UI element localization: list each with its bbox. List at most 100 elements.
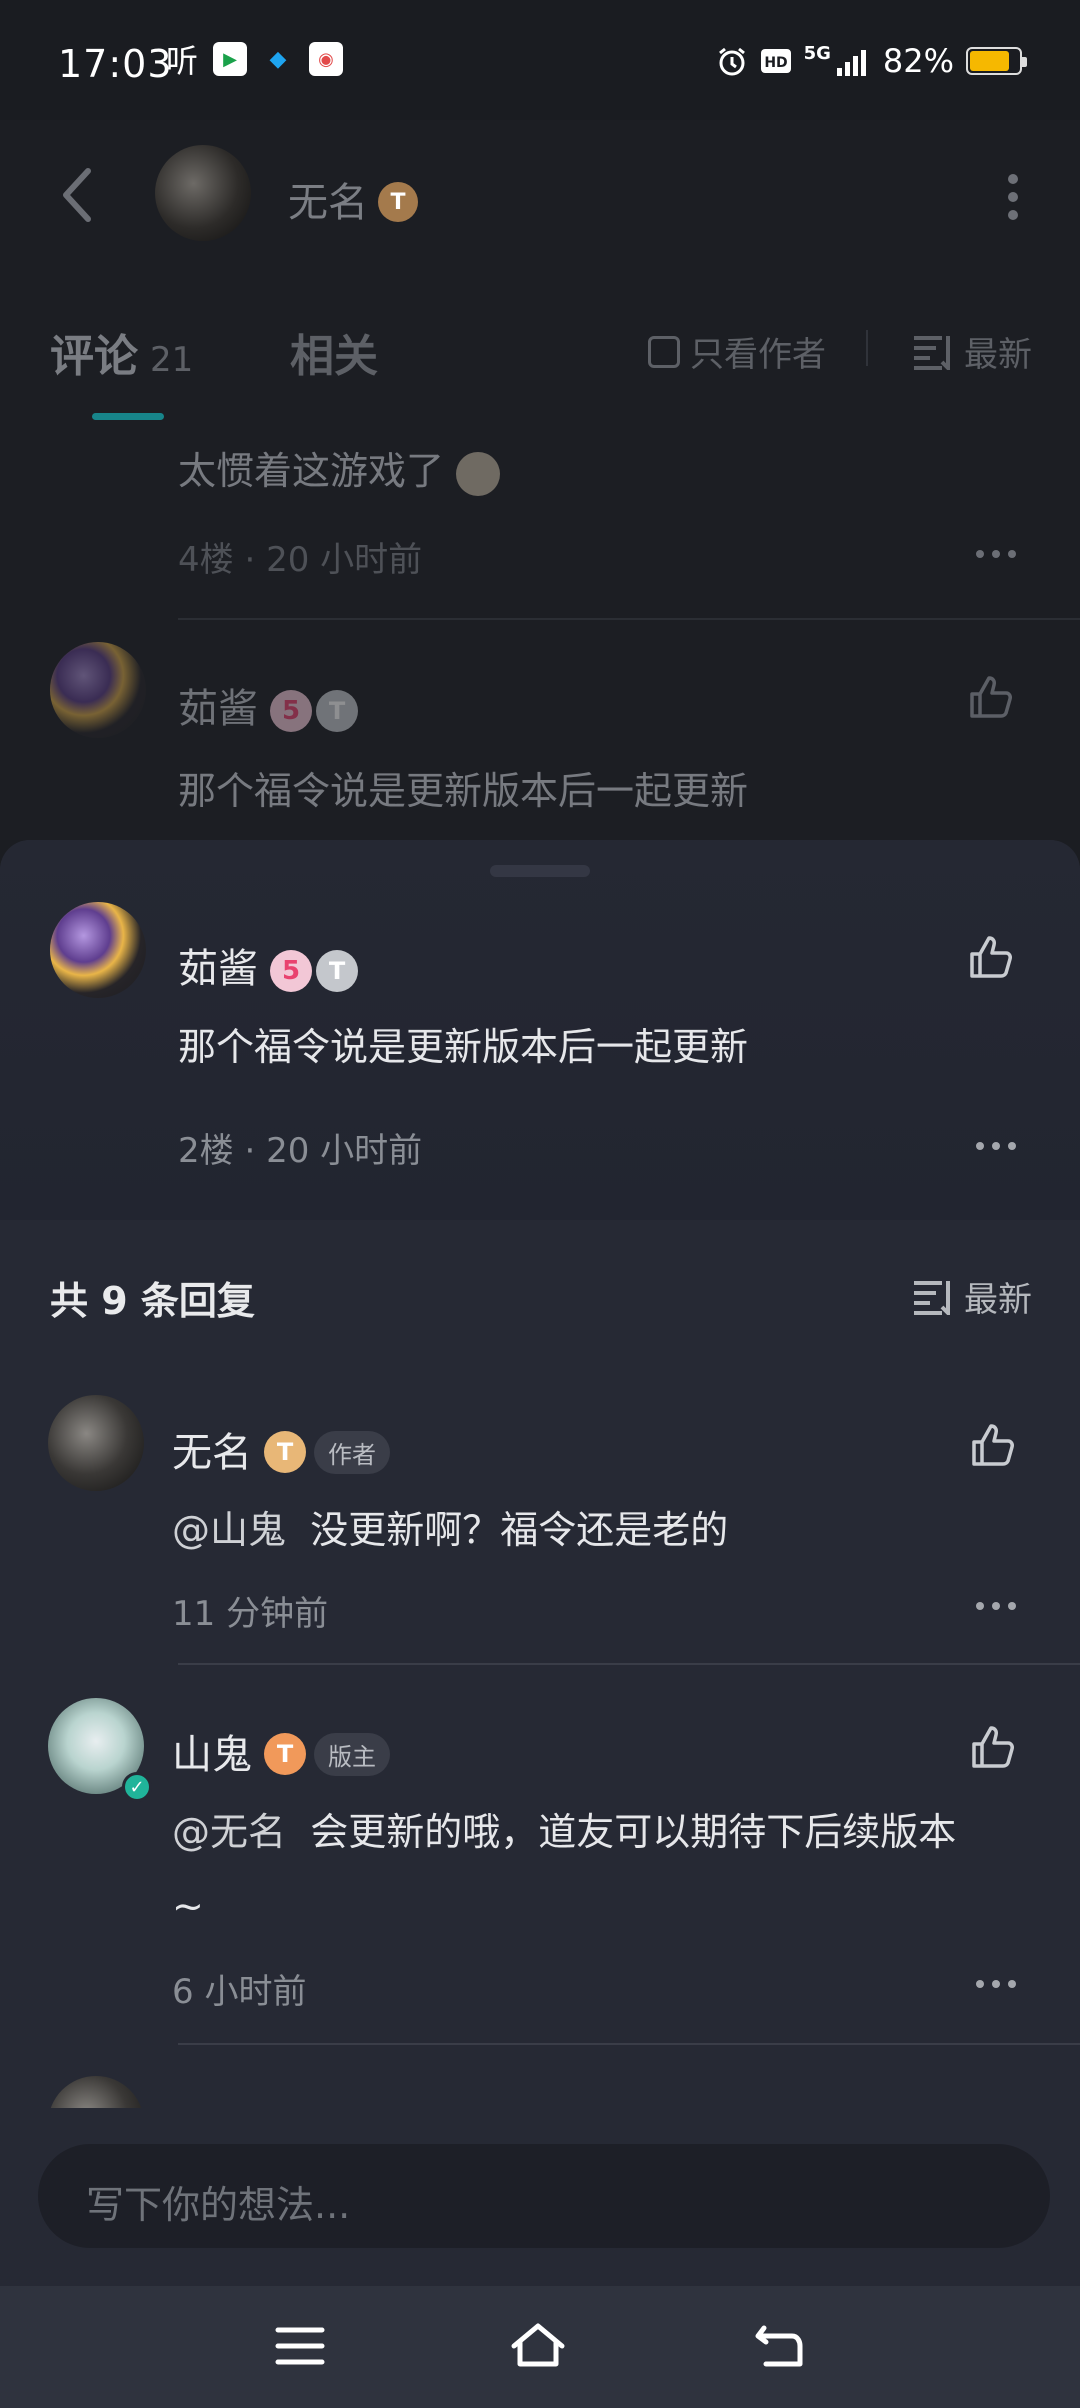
separator <box>178 2043 1080 2045</box>
prev-comment-floor: 4楼 <box>178 540 234 580</box>
author-name[interactable]: 无名 T <box>288 170 418 228</box>
map-pin-app-icon: ◉ <box>309 42 343 76</box>
replies-sheet: 茹酱 5 T 那个福令说是更新版本后一起更新 2楼 · 20 小时前 共 9 条回复… <box>0 840 1080 2172</box>
signal-icon <box>836 50 866 76</box>
prev-comment-text-content: 太惯着这游戏了 <box>178 449 445 493</box>
like-icon[interactable] <box>968 1722 1018 1772</box>
sort-list-icon <box>914 335 950 370</box>
cat-emoji-icon <box>456 451 501 496</box>
author-only-label: 只看作者 <box>690 335 826 375</box>
comment-input-placeholder: 写下你的想法... <box>86 2183 351 2227</box>
commenter-avatar[interactable] <box>50 642 146 738</box>
comments-count: 21 <box>150 340 194 380</box>
main-comment-avatar[interactable] <box>50 902 146 998</box>
comment-input[interactable]: 写下你的想法... <box>38 2144 1050 2248</box>
reply-name[interactable]: 无名 T 作者 <box>172 1420 390 1478</box>
reply-name-text: 山鬼 <box>172 1732 252 1778</box>
reply-body-cont: ~ <box>172 1884 204 1928</box>
level-badge-icon: T <box>378 182 418 222</box>
main-comment-floor: 2楼 <box>178 1131 234 1171</box>
active-tab-indicator <box>92 413 164 420</box>
battery-percent: 82% <box>882 42 954 80</box>
reply-text: @无名 会更新的哦，道友可以期待下后续版本 ~ <box>172 1795 1042 1943</box>
reply-mention[interactable]: @山鬼 <box>172 1508 286 1552</box>
moderator-role-badge: 版主 <box>314 1732 390 1776</box>
notification-icons: 听 ▶ ◆ ◉ <box>165 42 343 80</box>
author-avatar[interactable] <box>155 145 251 241</box>
next-comment-text: 那个福令说是更新版本后一起更新 <box>178 769 749 813</box>
main-comment-name-text: 茹酱 <box>178 946 258 992</box>
menu-icon[interactable] <box>270 2316 330 2376</box>
sort-label: 最新 <box>964 335 1032 375</box>
main-comment-time: 20 小时前 <box>266 1131 423 1171</box>
reply-name[interactable]: 山鬼 T 版主 <box>172 1722 390 1780</box>
reply-time: 6 小时前 <box>172 1972 307 2012</box>
comment-list: 太惯着这游戏了 4楼 · 20 小时前 茹酱 5 T 那个福令说是更新版本后一起更新 <box>0 420 1080 840</box>
like-icon[interactable] <box>968 1420 1018 1470</box>
checkbox-icon[interactable] <box>648 335 680 368</box>
author-role-badge: 作者 <box>314 1430 390 1474</box>
play-store-icon: ▶ <box>213 42 247 76</box>
main-comment-meta: 2楼 · 20 小时前 <box>178 1131 423 1171</box>
svg-text:HD: HD <box>764 55 787 71</box>
commenter-name[interactable]: 茹酱 5 T <box>178 676 358 734</box>
tab-related[interactable]: 相关 <box>290 320 378 384</box>
comment-input-bar: 写下你的想法... <box>0 2108 1080 2286</box>
more-vertical-icon[interactable] <box>1006 170 1020 220</box>
like-icon[interactable] <box>966 672 1016 722</box>
verified-icon: ✓ <box>122 1772 152 1802</box>
replies-count-header: 共 9 条回复 <box>50 1279 255 1323</box>
back-nav-icon[interactable] <box>750 2316 810 2376</box>
level-badge-icon: T <box>264 1733 306 1775</box>
main-comment-name[interactable]: 茹酱 5 T <box>178 936 358 994</box>
system-nav-bar <box>0 2286 1080 2408</box>
back-arrow-icon[interactable] <box>58 165 98 225</box>
post-header: 无名 T <box>0 120 1080 275</box>
separator <box>178 1663 1080 1665</box>
reply-name-text: 无名 <box>172 1430 252 1476</box>
level-5-badge-icon: 5 <box>270 950 312 992</box>
level-t-badge-icon: T <box>316 690 358 732</box>
qq-icon: ◆ <box>269 46 287 72</box>
level-t-badge-icon: T <box>316 950 358 992</box>
prev-comment-text: 太惯着这游戏了 <box>178 440 501 496</box>
reply-text: @山鬼 没更新啊？福令还是老的 <box>172 1493 728 1567</box>
replies-sort-button[interactable]: 最新 <box>912 1272 1032 1321</box>
like-icon[interactable] <box>966 932 1016 982</box>
status-right: HD 5G 82% <box>716 42 1027 80</box>
reply-body: 会更新的哦，道友可以期待下后续版本 <box>310 1810 957 1854</box>
sort-button[interactable]: 最新 <box>912 327 1032 376</box>
tab-comments[interactable]: 评论 21 <box>50 320 193 384</box>
more-horizontal-icon[interactable] <box>976 550 1016 558</box>
tab-comments-label: 评论 <box>50 331 138 382</box>
level-badge-icon: T <box>264 1431 306 1473</box>
more-horizontal-icon[interactable] <box>976 1602 1016 1610</box>
alarm-icon <box>718 47 745 76</box>
status-time: 17:03 <box>58 42 173 86</box>
battery-fill <box>970 51 1010 71</box>
reply-mention[interactable]: @无名 <box>172 1810 286 1854</box>
author-name-text: 无名 <box>288 180 368 226</box>
hd-icon: HD <box>760 49 791 73</box>
status-bar: 17:03 听 ▶ ◆ ◉ HD 5G 82% <box>0 0 1080 120</box>
commenter-name-text: 茹酱 <box>178 686 258 732</box>
sheet-drag-handle[interactable] <box>490 865 590 877</box>
level-5-badge-icon: 5 <box>270 690 312 732</box>
more-horizontal-icon[interactable] <box>976 1142 1016 1150</box>
prev-comment-meta: 4楼 · 20 小时前 <box>178 540 423 580</box>
divider <box>866 330 868 366</box>
listen-app-icon: 听 <box>165 42 198 80</box>
prev-comment-time: 20 小时前 <box>266 540 423 580</box>
separator <box>178 618 1080 620</box>
reply-avatar[interactable] <box>48 1395 144 1491</box>
sort-list-icon <box>914 1280 950 1315</box>
author-only-toggle[interactable]: 只看作者 <box>648 327 826 376</box>
reply-body: 没更新啊？福令还是老的 <box>310 1508 729 1552</box>
main-comment-text: 那个福令说是更新版本后一起更新 <box>178 1025 749 1069</box>
home-icon[interactable] <box>508 2316 568 2376</box>
battery-icon <box>966 47 1027 75</box>
replies-sort-label: 最新 <box>964 1280 1032 1320</box>
more-horizontal-icon[interactable] <box>976 1980 1016 1988</box>
tab-bar: 评论 21 相关 只看作者 最新 <box>0 275 1080 420</box>
reply-time: 11 分钟前 <box>172 1594 329 1634</box>
